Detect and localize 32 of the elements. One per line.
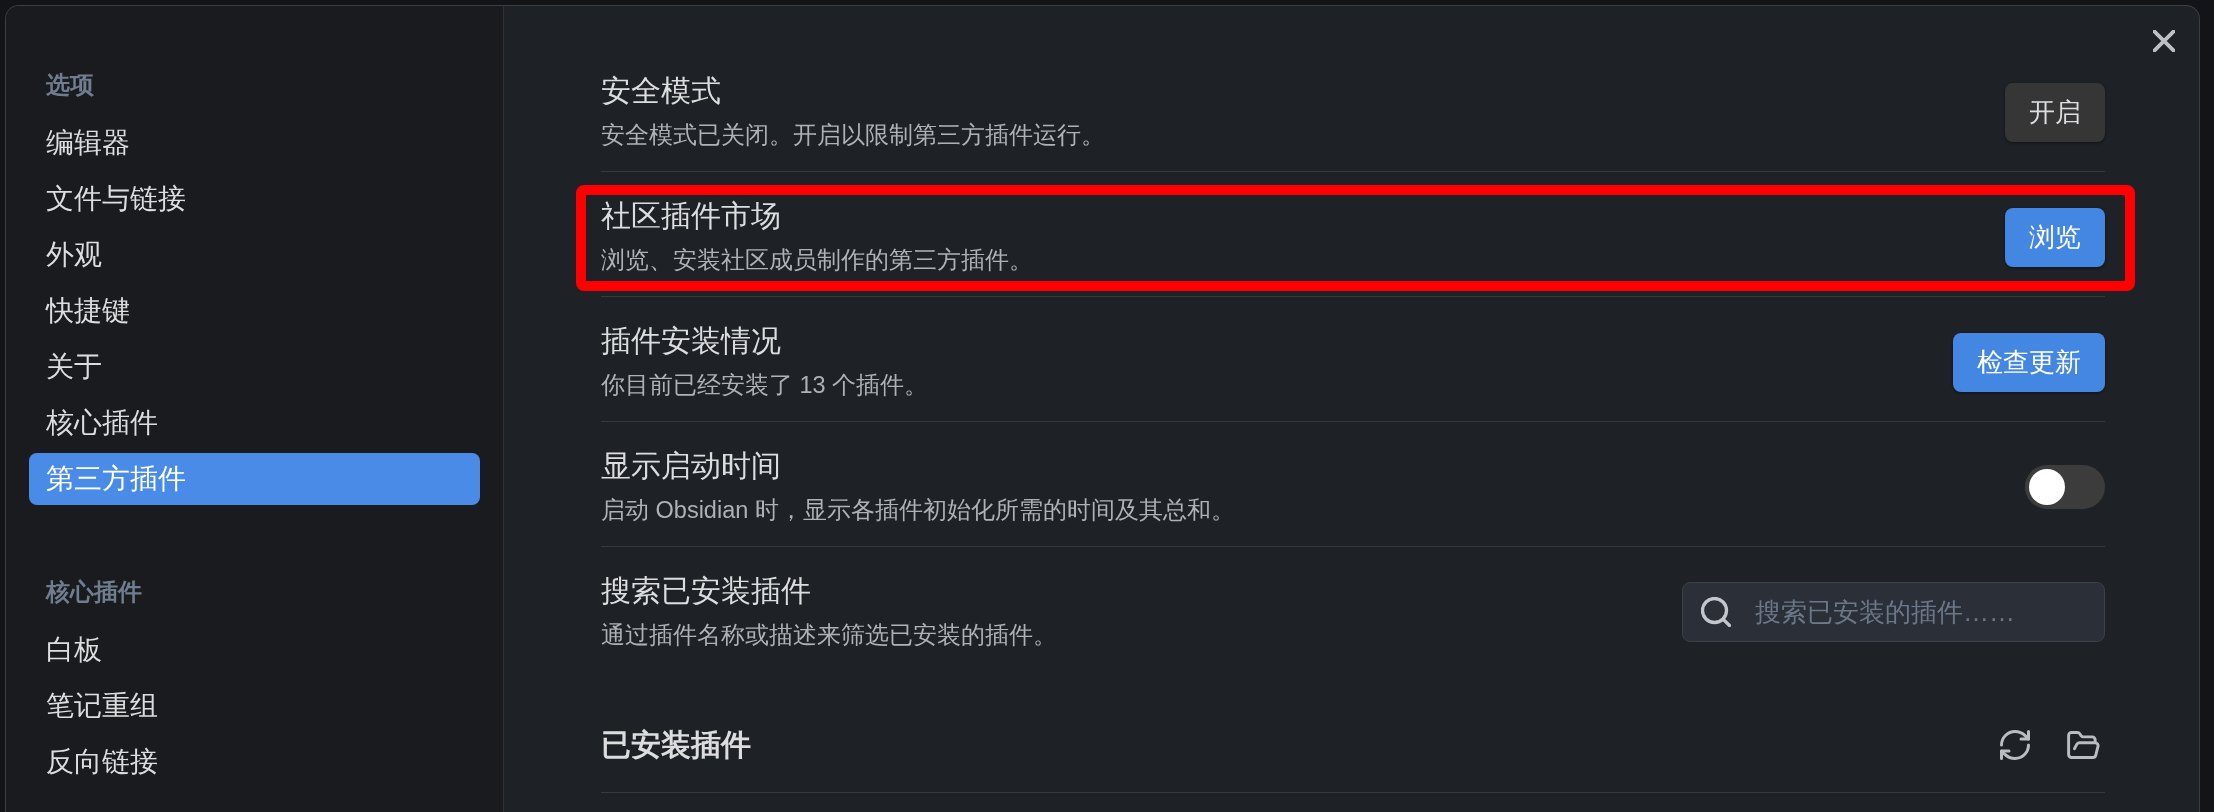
sidebar-item[interactable]: 外观 [29, 229, 480, 281]
sidebar-item[interactable]: 笔记重组 [29, 680, 480, 732]
setting-title: 安全模式 [601, 73, 721, 109]
setting-description: 通过插件名称或描述来筛选已安装的插件。 [601, 621, 1057, 650]
refresh-icon[interactable] [2000, 730, 2030, 760]
sidebar-heading: 选项 [46, 71, 94, 100]
search-field[interactable]: 搜索已安装的插件…… [1682, 582, 2105, 642]
setting-button[interactable]: 检查更新 [1953, 332, 2105, 392]
setting-title: 插件安装情况 [601, 323, 781, 359]
setting-button[interactable]: 浏览 [2005, 207, 2105, 267]
folder-icon[interactable] [2067, 731, 2100, 759]
setting-title: 显示启动时间 [601, 448, 781, 484]
setting-description: 你目前已经安装了 13 个插件。 [601, 371, 929, 400]
section-heading: 已安装插件 [601, 727, 751, 763]
toggle-switch[interactable] [2025, 465, 2105, 509]
close-icon[interactable] [2153, 30, 2175, 52]
sidebar-item[interactable]: 关于 [29, 341, 480, 393]
setting-button[interactable]: 开启 [2005, 82, 2105, 142]
sidebar-item[interactable]: 核心插件 [29, 397, 480, 449]
sidebar-item[interactable]: 文件与链接 [29, 173, 480, 225]
sidebar-item[interactable]: 编辑器 [29, 117, 480, 169]
setting-title: 搜索已安装插件 [601, 573, 811, 609]
sidebar-item[interactable]: 白板 [29, 624, 480, 676]
setting-description: 启动 Obsidian 时，显示各插件初始化所需的时间及其总和。 [601, 496, 1235, 525]
setting-title: 社区插件市场 [601, 198, 781, 234]
sidebar-item[interactable]: 快捷键 [29, 285, 480, 337]
setting-description: 安全模式已关闭。开启以限制第三方插件运行。 [601, 121, 1105, 150]
sidebar-item[interactable]: 反向链接 [29, 736, 480, 788]
search-input[interactable]: 搜索已安装的插件…… [1755, 596, 2086, 628]
sidebar-heading: 核心插件 [46, 578, 142, 607]
setting-description: 浏览、安装社区成员制作的第三方插件。 [601, 246, 1033, 275]
search-icon [1701, 597, 1731, 627]
